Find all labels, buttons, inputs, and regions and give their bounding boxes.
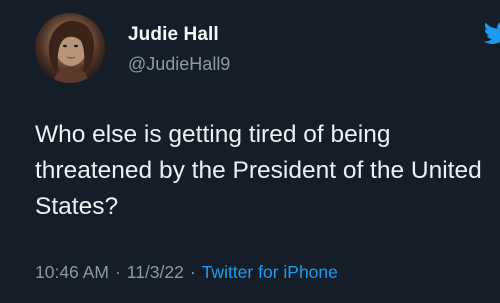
meta-separator: · <box>114 262 121 282</box>
user-handle[interactable]: @JudieHall9 <box>128 54 230 75</box>
tweet-source-link[interactable]: Twitter for iPhone <box>202 262 338 282</box>
tweet-time[interactable]: 10:46 AM <box>35 262 109 282</box>
tweet-meta: 10:46 AM · 11/3/22 · Twitter for iPhone <box>35 262 338 283</box>
twitter-bird-icon <box>484 18 500 48</box>
tweet-date[interactable]: 11/3/22 <box>127 262 184 282</box>
meta-separator: · <box>189 262 196 282</box>
profile-photo-icon <box>48 20 95 83</box>
avatar[interactable] <box>35 13 105 83</box>
display-name[interactable]: Judie Hall <box>128 24 219 46</box>
tweet-text: Who else is getting tired of being threa… <box>35 121 489 220</box>
tweet-card: Judie Hall @JudieHall9 Who else is getti… <box>0 0 500 303</box>
